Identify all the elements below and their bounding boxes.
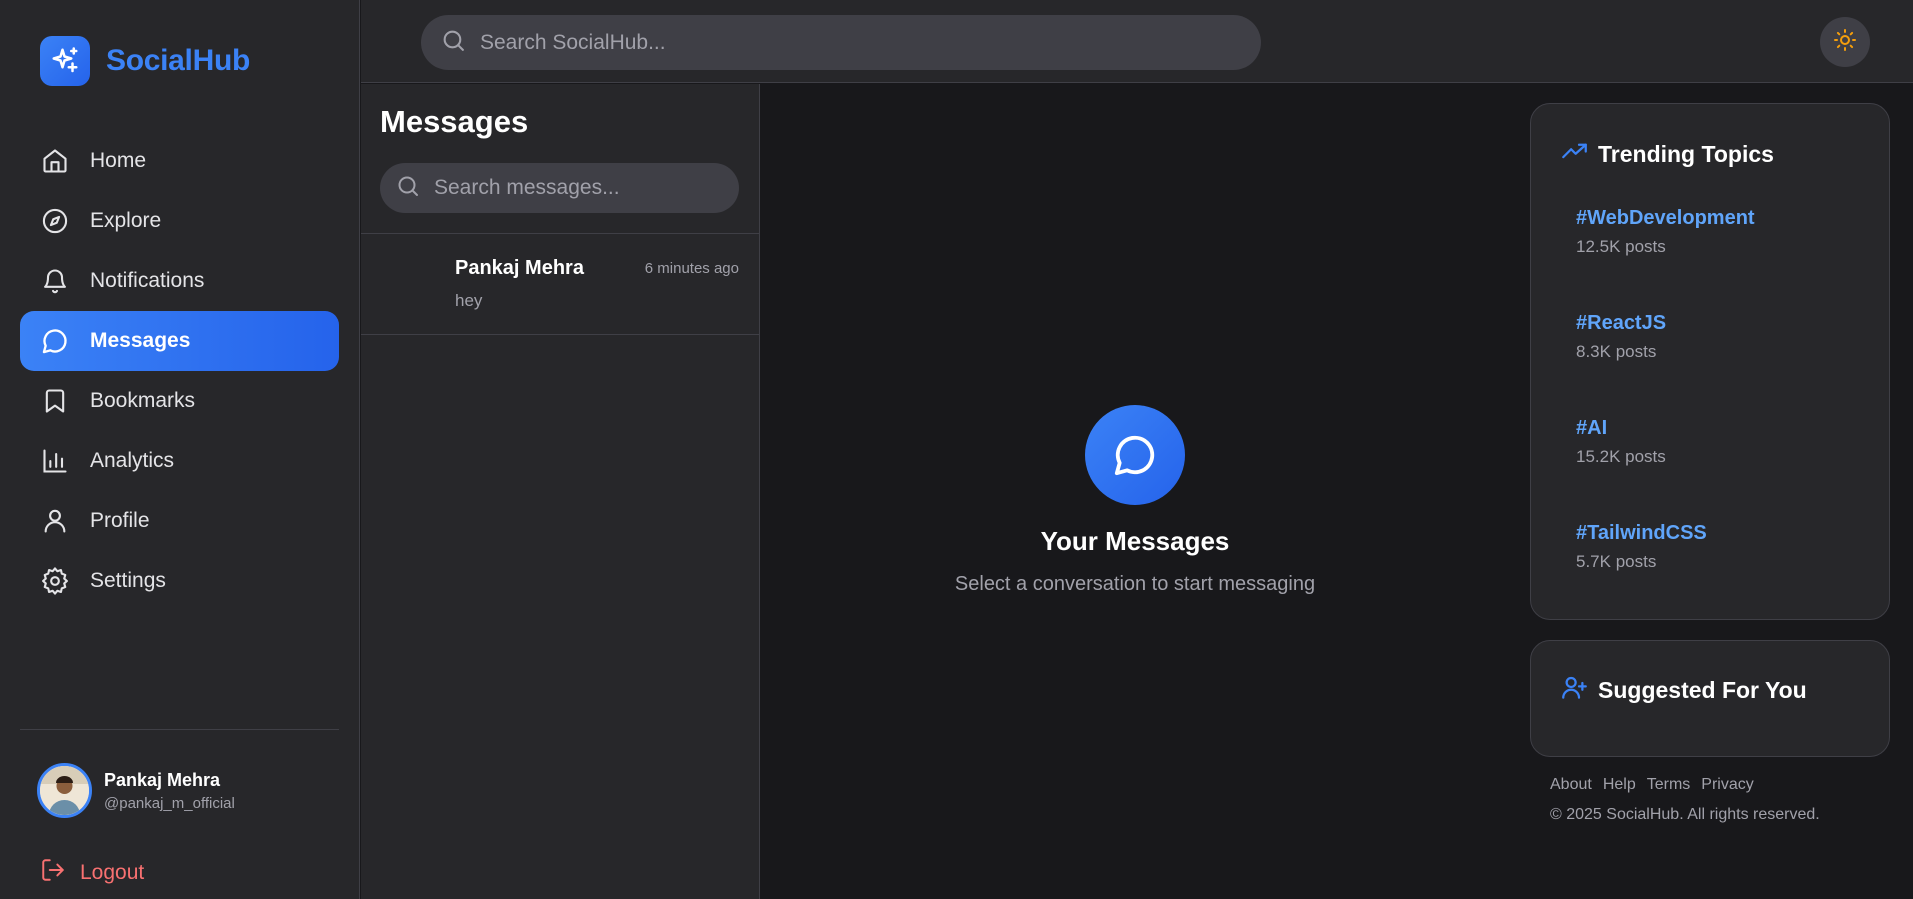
conversation-list: Pankaj Mehra 6 minutes ago hey xyxy=(361,233,759,335)
footer-links: About Help Terms Privacy xyxy=(1550,776,1765,794)
topic-tag[interactable]: #ReactJS xyxy=(1576,312,1666,335)
sidebar-divider xyxy=(20,729,339,730)
sidebar-item-label: Analytics xyxy=(90,449,175,472)
sidebar-item-settings[interactable]: Settings xyxy=(20,551,339,611)
brand-name: SocialHub xyxy=(106,44,250,77)
user-name: Pankaj Mehra xyxy=(104,769,221,790)
chat-empty-state: Your Messages Select a conversation to s… xyxy=(761,84,1509,899)
sun-icon xyxy=(1833,28,1857,57)
copyright: © 2025 SocialHub. All rights reserved. xyxy=(1550,806,1820,823)
topic-tag[interactable]: #AI xyxy=(1576,417,1666,440)
sidebar-item-label: Messages xyxy=(90,329,191,352)
message-search[interactable] xyxy=(380,163,739,213)
avatar[interactable] xyxy=(37,763,92,818)
sidebar-item-label: Bookmarks xyxy=(90,389,196,412)
logout-button[interactable]: Logout xyxy=(40,857,144,889)
sidebar-item-analytics[interactable]: Analytics xyxy=(20,431,339,491)
conversation-item[interactable]: Pankaj Mehra 6 minutes ago hey xyxy=(361,234,759,335)
topbar xyxy=(361,0,1913,83)
footer-link-about[interactable]: About xyxy=(1550,776,1592,794)
sidebar-item-notifications[interactable]: Notifications xyxy=(20,251,339,311)
sidebar-item-home[interactable]: Home xyxy=(20,131,339,191)
conversation-name: Pankaj Mehra xyxy=(455,257,584,279)
sidebar-item-explore[interactable]: Explore xyxy=(20,191,339,251)
message-circle-icon xyxy=(1085,405,1185,505)
sidebar-item-messages[interactable]: Messages xyxy=(20,311,339,371)
suggested-card: Suggested For You xyxy=(1530,640,1890,757)
global-search[interactable] xyxy=(421,15,1261,70)
bell-icon xyxy=(40,266,70,296)
sparkles-icon xyxy=(40,36,90,86)
sidebar: SocialHub Home Explore Notifications Mes… xyxy=(0,0,360,899)
global-search-input[interactable] xyxy=(480,30,1218,55)
trending-topic[interactable]: #AI 15.2K posts xyxy=(1576,417,1666,467)
message-search-input[interactable] xyxy=(434,176,739,200)
user-card[interactable]: Pankaj Mehra @pankaj_m_official xyxy=(37,763,235,818)
search-icon xyxy=(396,174,420,203)
logout-label: Logout xyxy=(80,861,145,884)
topic-tag[interactable]: #TailwindCSS xyxy=(1576,522,1707,545)
sidebar-item-label: Settings xyxy=(90,569,166,592)
sidebar-item-bookmarks[interactable]: Bookmarks xyxy=(20,371,339,431)
conversation-panel: Messages Pankaj Mehra 6 minutes ago hey xyxy=(361,84,760,899)
brand[interactable]: SocialHub xyxy=(40,36,250,86)
gear-icon xyxy=(40,566,70,596)
compass-icon xyxy=(40,206,70,236)
trending-topic[interactable]: #TailwindCSS 5.7K posts xyxy=(1576,522,1707,572)
user-icon xyxy=(40,506,70,536)
home-icon xyxy=(40,146,70,176)
user-plus-icon xyxy=(1561,674,1588,706)
footer-link-help[interactable]: Help xyxy=(1603,776,1636,794)
trending-topic[interactable]: #ReactJS 8.3K posts xyxy=(1576,312,1666,362)
logout-icon xyxy=(40,857,66,889)
suggested-title: Suggested For You xyxy=(1598,676,1807,703)
footer-link-terms[interactable]: Terms xyxy=(1647,776,1691,794)
page-title: Messages xyxy=(380,104,529,139)
sidebar-item-label: Home xyxy=(90,149,147,172)
sidebar-item-label: Profile xyxy=(90,509,150,532)
trending-up-icon xyxy=(1561,138,1588,170)
topic-count: 12.5K posts xyxy=(1576,237,1666,256)
sidebar-nav: Home Explore Notifications Messages Book… xyxy=(20,131,339,611)
theme-toggle-button[interactable] xyxy=(1820,17,1870,67)
sidebar-item-profile[interactable]: Profile xyxy=(20,491,339,551)
bar-chart-icon xyxy=(40,446,70,476)
topic-count: 15.2K posts xyxy=(1576,447,1666,466)
conversation-preview: hey xyxy=(455,291,483,310)
footer-link-privacy[interactable]: Privacy xyxy=(1701,776,1753,794)
empty-state-title: Your Messages xyxy=(1040,526,1230,556)
sidebar-item-label: Notifications xyxy=(90,269,205,292)
trending-topics-title: Trending Topics xyxy=(1598,140,1774,167)
sidebar-item-label: Explore xyxy=(90,209,162,232)
trending-topic[interactable]: #WebDevelopment 12.5K posts xyxy=(1576,207,1755,257)
topic-tag[interactable]: #WebDevelopment xyxy=(1576,207,1755,230)
bookmark-icon xyxy=(40,386,70,416)
topic-count: 5.7K posts xyxy=(1576,552,1657,571)
trending-topics-header: Trending Topics xyxy=(1561,138,1774,170)
user-meta: Pankaj Mehra @pankaj_m_official xyxy=(104,770,235,812)
empty-state-subtitle: Select a conversation to start messaging xyxy=(954,573,1316,595)
topic-count: 8.3K posts xyxy=(1576,342,1657,361)
search-icon xyxy=(441,28,466,58)
conversation-time: 6 minutes ago xyxy=(644,260,739,277)
user-handle: @pankaj_m_official xyxy=(104,794,235,812)
suggested-header: Suggested For You xyxy=(1561,674,1807,706)
trending-topics-card: Trending Topics #WebDevelopment 12.5K po… xyxy=(1530,103,1890,620)
message-circle-icon xyxy=(40,326,70,356)
